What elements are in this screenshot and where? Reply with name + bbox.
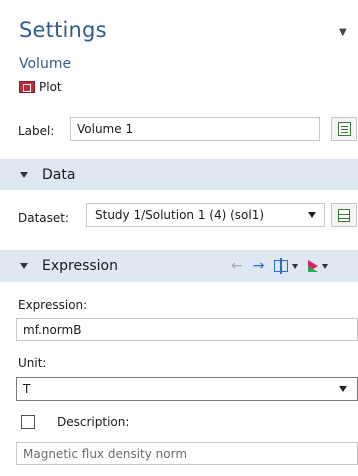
document-icon	[337, 122, 351, 136]
dataset-select[interactable]: Study 1/Solution 1 (4) (sol1)	[86, 203, 325, 227]
description-checkbox[interactable]	[21, 415, 35, 429]
plot-button[interactable]: Plot	[19, 80, 62, 94]
collapse-triangle-icon	[20, 263, 28, 269]
dropdown-icon[interactable]: ▼	[339, 27, 347, 38]
unit-label: Unit:	[18, 356, 47, 370]
description-input[interactable]: Magnetic flux density norm	[16, 442, 358, 465]
chevron-down-icon	[339, 386, 347, 392]
forward-arrow-icon[interactable]: →	[253, 258, 265, 274]
chevron-down-icon	[292, 263, 299, 269]
insert-expression-button[interactable]	[274, 258, 299, 274]
label-field-label: Label:	[18, 124, 55, 138]
label-edit-button[interactable]	[331, 117, 357, 141]
dataset-selected-value: Study 1/Solution 1 (4) (sol1)	[95, 208, 265, 222]
replace-expression-button[interactable]	[308, 260, 329, 272]
chevron-down-icon	[322, 263, 329, 269]
dataset-table-icon	[338, 208, 350, 222]
collapse-triangle-icon	[20, 171, 28, 178]
unit-select[interactable]: T	[16, 377, 358, 401]
plot-icon	[19, 81, 35, 93]
unit-selected-value: T	[23, 382, 31, 396]
node-type-title: Volume	[19, 56, 72, 72]
window-controls: ▼	[339, 27, 347, 38]
description-label: Description:	[57, 415, 130, 429]
expression-label: Expression:	[18, 298, 88, 312]
section-data-header[interactable]: Data	[0, 159, 358, 190]
chevron-down-icon	[308, 212, 316, 218]
dataset-goto-button[interactable]	[331, 203, 357, 227]
back-arrow-icon[interactable]: ←	[231, 258, 243, 274]
section-data-title: Data	[42, 166, 76, 183]
expression-input[interactable]: mf.normB	[16, 318, 358, 341]
replace-expression-icon	[308, 260, 319, 272]
section-expression-title: Expression	[42, 258, 118, 274]
dataset-label: Dataset:	[18, 211, 70, 225]
page-title: Settings	[19, 18, 107, 42]
label-input[interactable]: Volume 1	[70, 117, 320, 141]
plot-label: Plot	[39, 80, 62, 94]
insert-expression-icon	[274, 258, 289, 274]
expression-toolbar: ← →	[231, 258, 329, 274]
